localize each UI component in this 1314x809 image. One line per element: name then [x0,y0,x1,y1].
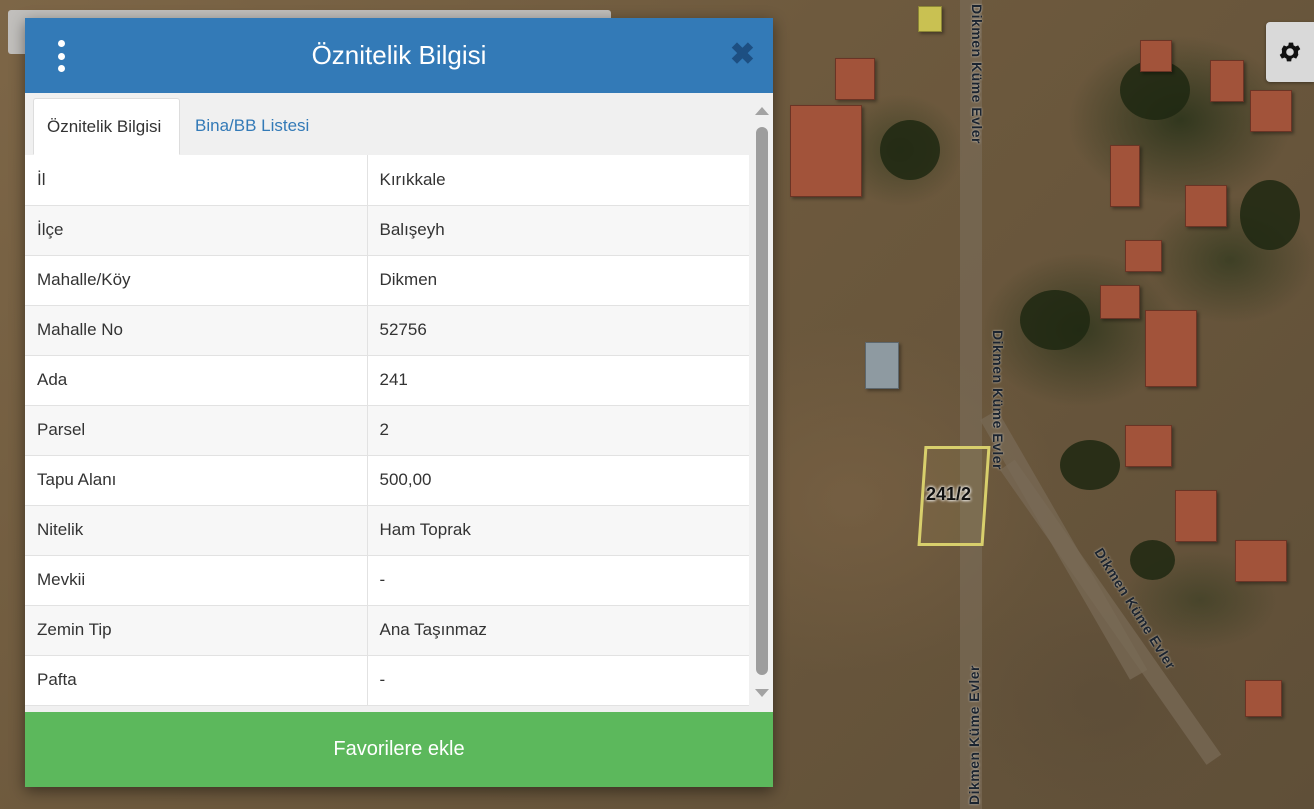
table-row: İl Kırıkkale [25,155,749,206]
attr-value: - [367,655,749,706]
table-row: Ada 241 [25,355,749,406]
building [865,342,899,389]
table-row: Nitelik Ham Toprak [25,505,749,556]
building [1250,90,1292,132]
attr-value: Dikmen [367,255,749,306]
scroll-up-arrow-icon[interactable] [755,107,769,115]
building [1100,285,1140,319]
building [918,6,942,32]
settings-button[interactable] [1266,22,1314,82]
building [1235,540,1287,582]
scrollbar[interactable] [752,93,773,712]
building [790,105,862,197]
scroll-down-arrow-icon[interactable] [755,689,769,697]
tree [1240,180,1300,250]
table-row: Mahalle/Köy Dikmen [25,255,749,306]
add-to-favorites-button[interactable]: Favorilere ekle [25,712,773,787]
building [1125,240,1162,272]
building [1140,40,1172,72]
road-label: Dikmen Küme Evler [969,4,985,144]
building [1110,145,1140,207]
building [1125,425,1172,467]
table-row: Parsel 2 [25,405,749,456]
parcel-label: 241/2 [926,484,972,504]
dialog-body[interactable]: Öznitelik Bilgisi Bina/BB Listesi İl Kırı… [25,93,773,712]
attr-value: Ham Toprak [367,505,749,556]
tree [1130,540,1175,580]
attr-key: İl [25,155,368,206]
tab-bar: Öznitelik Bilgisi Bina/BB Listesi [25,93,749,156]
building [1245,680,1282,717]
building [1175,490,1217,542]
attr-key: Mahalle No [25,305,368,356]
attr-key: Parsel [25,405,368,456]
tree [1020,290,1090,350]
building [1145,310,1197,387]
attr-key: Mevkii [25,555,368,606]
attr-key: İlçe [25,205,368,256]
table-row: Tapu Alanı 500,00 [25,455,749,506]
table-row: Zemin Tip Ana Taşınmaz [25,605,749,656]
table-row: Mevkii - [25,555,749,606]
building [1210,60,1244,102]
scrollbar-thumb[interactable] [756,127,768,675]
table-row: Pafta - [25,655,749,706]
attr-key: Ada [25,355,368,406]
attr-value: 2 [367,405,749,456]
dialog-header: Öznitelik Bilgisi ✖ [25,18,773,93]
attribute-info-dialog: Öznitelik Bilgisi ✖ Öznitelik Bilgisi Bi… [25,18,773,787]
close-icon[interactable]: ✖ [730,40,755,70]
attr-key: Tapu Alanı [25,455,368,506]
gear-icon [1279,42,1301,62]
road-label: Dikmen Küme Evler [990,330,1006,470]
attr-value: Ana Taşınmaz [367,605,749,656]
building [1185,185,1227,227]
tree [880,120,940,180]
attribute-table: İl Kırıkkale İlçe Balışeyh Mahalle/Köy Dikm… [25,155,749,706]
dialog-title: Öznitelik Bilgisi [311,40,487,70]
road-label: Dikmen Küme Evler [966,665,982,805]
attr-value: 241 [367,355,749,406]
tab-attribute-info[interactable]: Öznitelik Bilgisi [33,98,180,155]
attr-key: Zemin Tip [25,605,368,656]
building [835,58,875,100]
attr-value: 52756 [367,305,749,356]
attr-value: Kırıkkale [367,155,749,206]
attr-key: Nitelik [25,505,368,556]
attr-value: 500,00 [367,455,749,506]
attr-value: - [367,555,749,606]
kebab-menu-icon[interactable] [53,40,69,72]
tab-building-list[interactable]: Bina/BB Listesi [182,98,322,154]
attr-value: Balışeyh [367,205,749,256]
attr-key: Mahalle/Köy [25,255,368,306]
table-row: İlçe Balışeyh [25,205,749,256]
tree [1060,440,1120,490]
table-row: Mahalle No 52756 [25,305,749,356]
attr-key: Pafta [25,655,368,706]
